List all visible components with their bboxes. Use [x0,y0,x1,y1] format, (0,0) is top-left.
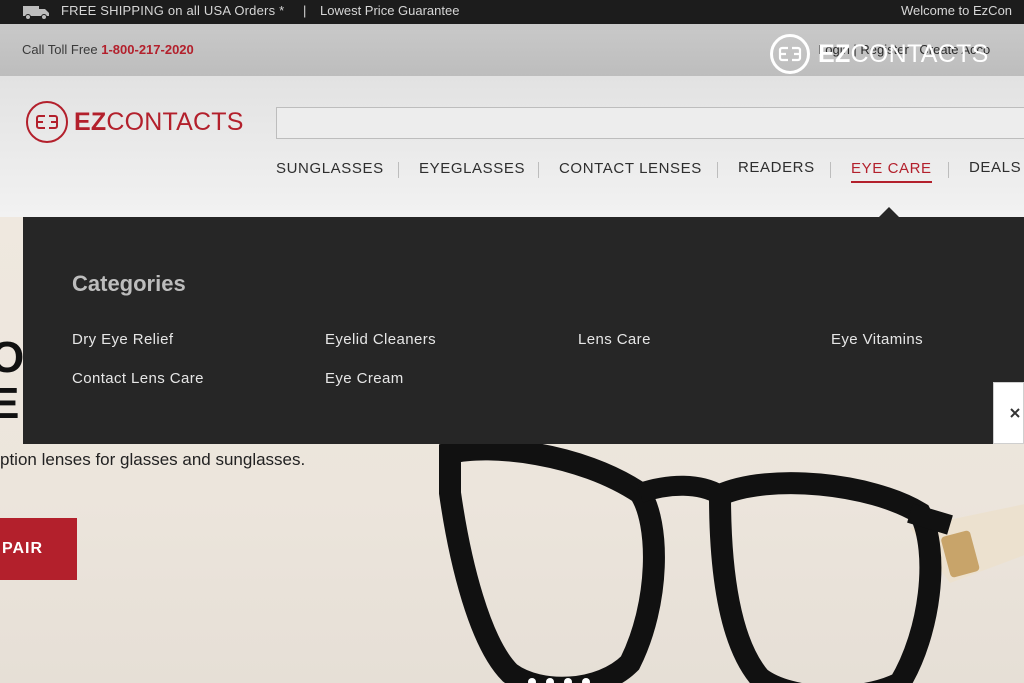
hero-heading: O E [0,333,25,428]
carousel-dot[interactable] [582,678,590,683]
overlay-logo-text: EZCONTACTS [818,39,989,68]
toll-free-label: Call Toll Free [22,42,98,57]
nav-divider [538,162,539,178]
dropdown-link-eye-cream[interactable]: Eye Cream [325,370,404,387]
brand-logo[interactable]: EZCONTACTS [26,101,244,143]
dropdown-title: Categories [72,271,186,296]
nav-divider [948,162,949,178]
nav-item-deals[interactable]: DEALS [969,159,1021,176]
top-announcement-bar: FREE SHIPPING on all USA Orders * | Lowe… [0,0,1024,24]
topbar-separator: | [303,3,307,18]
phone-link[interactable]: 1-800-217-2020 [101,42,194,57]
main-nav: SUNGLASSES EYEGLASSES CONTACT LENSES REA… [0,159,1024,184]
nav-item-eye-care[interactable]: EYE CARE [851,160,932,183]
dropdown-link-eyelid-cleaners[interactable]: Eyelid Cleaners [325,331,436,348]
carousel-dot[interactable] [528,678,536,683]
dropdown-link-eye-vitamins[interactable]: Eye Vitamins [831,331,923,348]
utility-strip: Call Toll Free 1-800-217-2020 Login | Re… [0,24,1024,76]
close-icon [1010,408,1020,418]
overlay-logo: EZCONTACTS [770,34,989,74]
carousel-dot[interactable] [546,678,554,683]
free-shipping-text[interactable]: FREE SHIPPING on all USA Orders * [61,3,284,18]
dropdown-caret [879,207,899,217]
nav-item-contact-lenses[interactable]: CONTACT LENSES [559,160,702,177]
toll-free: Call Toll Free 1-800-217-2020 [22,42,194,57]
dropdown-link-lens-care[interactable]: Lens Care [578,331,651,348]
brand-logo-text: EZCONTACTS [74,107,244,136]
main-header: EZCONTACTS SUNGLASSES EYEGLASSES CONTACT… [0,76,1024,217]
nav-divider [717,162,718,178]
eye-care-dropdown: Categories Dry Eye Relief Eyelid Cleaner… [23,217,1024,444]
carousel-dot[interactable] [564,678,572,683]
nav-item-readers[interactable]: READERS [738,159,815,176]
hero-cta-button[interactable]: PAIR [0,518,77,580]
carousel-dots [528,678,590,683]
nav-item-sunglasses[interactable]: SUNGLASSES [276,160,384,177]
lowest-price-text[interactable]: Lowest Price Guarantee [320,3,459,18]
dropdown-link-contact-lens-care[interactable]: Contact Lens Care [72,370,204,387]
hero-tagline: ption lenses for glasses and sunglasses. [0,450,306,469]
ez-logo-icon [26,101,68,143]
search-input[interactable] [276,107,1024,139]
eyeglasses-image [439,438,1024,683]
close-button[interactable] [993,382,1024,444]
nav-divider [830,162,831,178]
truck-icon [23,6,49,20]
nav-divider [398,162,399,178]
nav-item-eyeglasses[interactable]: EYEGLASSES [419,160,525,177]
dropdown-link-dry-eye-relief[interactable]: Dry Eye Relief [72,331,173,348]
ez-logo-icon [770,34,810,74]
welcome-text: Welcome to EzCon [901,3,1013,18]
